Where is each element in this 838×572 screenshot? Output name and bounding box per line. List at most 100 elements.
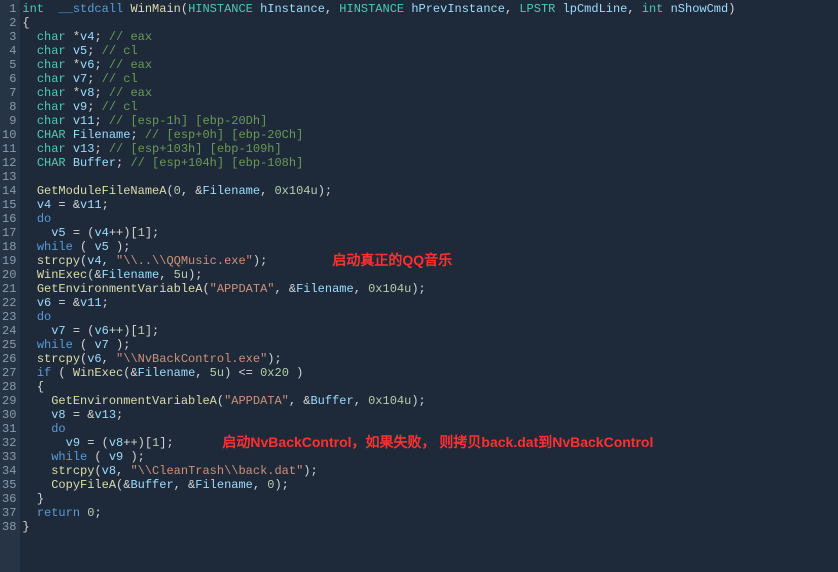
code-line[interactable]: while ( v7 );: [22, 338, 838, 352]
code-line[interactable]: strcpy(v4, "\\..\\QQMusic.exe");启动真正的QQ音…: [22, 254, 838, 268]
token: [22, 464, 51, 478]
token: v7: [51, 324, 65, 338]
code-line[interactable]: {: [22, 16, 838, 30]
code-line[interactable]: WinExec(&Filename, 5u);: [22, 268, 838, 282]
code-line[interactable]: GetEnvironmentVariableA("APPDATA", &File…: [22, 282, 838, 296]
token: v8: [102, 464, 116, 478]
line-number: 19: [2, 254, 16, 268]
token: char: [37, 114, 66, 128]
code-line[interactable]: [22, 170, 838, 184]
token: ,: [102, 352, 116, 366]
token: v5: [51, 226, 65, 240]
token: = (: [66, 226, 95, 240]
code-line[interactable]: v8 = &v13;: [22, 408, 838, 422]
code-line[interactable]: }: [22, 492, 838, 506]
token: // cl: [102, 72, 138, 86]
token: (: [73, 240, 95, 254]
code-line[interactable]: char v5; // cl: [22, 44, 838, 58]
code-line[interactable]: while ( v9 );: [22, 450, 838, 464]
token: 0x104u: [368, 394, 411, 408]
code-area[interactable]: int __stdcall WinMain(HINSTANCE hInstanc…: [20, 0, 838, 572]
token: v9: [66, 436, 80, 450]
token: // cl: [102, 100, 138, 114]
code-line[interactable]: char *v8; // eax: [22, 86, 838, 100]
code-line[interactable]: char v9; // cl: [22, 100, 838, 114]
token: ];: [145, 324, 159, 338]
token: (: [217, 394, 224, 408]
token: v13: [73, 142, 95, 156]
code-line[interactable]: v9 = (v8++)[1];启动NvBackControl，如果失败， 则拷贝…: [22, 436, 838, 450]
code-line[interactable]: char v13; // [esp+103h] [ebp-109h]: [22, 142, 838, 156]
token: ,: [159, 268, 173, 282]
token: );: [318, 184, 332, 198]
code-line[interactable]: char v7; // cl: [22, 72, 838, 86]
token: );: [411, 282, 425, 296]
token: ;: [94, 142, 108, 156]
line-number: 36: [2, 492, 16, 506]
code-line[interactable]: int __stdcall WinMain(HINSTANCE hInstanc…: [22, 2, 838, 16]
code-line[interactable]: }: [22, 520, 838, 534]
code-line[interactable]: char *v6; // eax: [22, 58, 838, 72]
token: ;: [87, 44, 101, 58]
token: ,: [627, 2, 641, 16]
code-line[interactable]: {: [22, 380, 838, 394]
token: // [esp+103h] [ebp-109h]: [109, 142, 282, 156]
code-line[interactable]: v6 = &v11;: [22, 296, 838, 310]
token: [66, 128, 73, 142]
code-line[interactable]: return 0;: [22, 506, 838, 520]
code-line[interactable]: GetEnvironmentVariableA("APPDATA", &Buff…: [22, 394, 838, 408]
token: do: [37, 310, 51, 324]
token: ,: [354, 394, 368, 408]
token: [22, 254, 36, 268]
token: (&: [116, 478, 130, 492]
token: , &: [274, 282, 296, 296]
line-number: 22: [2, 296, 16, 310]
code-line[interactable]: v5 = (v4++)[1];: [22, 226, 838, 240]
token: char: [37, 44, 66, 58]
token: );: [411, 394, 425, 408]
token: char: [37, 142, 66, 156]
code-line[interactable]: do: [22, 310, 838, 324]
token: "\\..\\QQMusic.exe": [116, 254, 253, 268]
token: 0x20: [260, 366, 289, 380]
line-number: 30: [2, 408, 16, 422]
token: char: [37, 30, 66, 44]
code-line[interactable]: v7 = (v6++)[1];: [22, 324, 838, 338]
token: ;: [94, 506, 101, 520]
token: Filename: [73, 128, 131, 142]
code-line[interactable]: if ( WinExec(&Filename, 5u) <= 0x20 ): [22, 366, 838, 380]
code-line[interactable]: strcpy(v6, "\\NvBackControl.exe");: [22, 352, 838, 366]
token: ;: [94, 30, 108, 44]
token: CopyFileA: [51, 478, 116, 492]
token: ;: [94, 114, 108, 128]
code-line[interactable]: do: [22, 212, 838, 226]
token: GetEnvironmentVariableA: [51, 394, 217, 408]
line-number: 9: [2, 114, 16, 128]
code-line[interactable]: strcpy(v8, "\\CleanTrash\\back.dat");: [22, 464, 838, 478]
token: ++)[: [109, 324, 138, 338]
token: int: [642, 2, 664, 16]
code-line[interactable]: char *v4; // eax: [22, 30, 838, 44]
token: , &: [181, 184, 203, 198]
line-number: 25: [2, 338, 16, 352]
token: // [esp+104h] [ebp-108h]: [130, 156, 303, 170]
line-number: 5: [2, 58, 16, 72]
token: CHAR: [37, 156, 66, 170]
code-editor[interactable]: 1234567891011121314151617181920212223242…: [0, 0, 838, 572]
token: v6: [94, 324, 108, 338]
token: [22, 142, 36, 156]
code-line[interactable]: CHAR Buffer; // [esp+104h] [ebp-108h]: [22, 156, 838, 170]
code-line[interactable]: CopyFileA(&Buffer, &Filename, 0);: [22, 478, 838, 492]
code-line[interactable]: v4 = &v11;: [22, 198, 838, 212]
code-line[interactable]: CHAR Filename; // [esp+0h] [ebp-20Ch]: [22, 128, 838, 142]
token: [22, 478, 51, 492]
token: {: [22, 16, 29, 30]
token: WinMain: [130, 2, 180, 16]
line-number: 23: [2, 310, 16, 324]
code-line[interactable]: char v11; // [esp-1h] [ebp-20Dh]: [22, 114, 838, 128]
token: HINSTANCE: [339, 2, 404, 16]
code-line[interactable]: GetModuleFileNameA(0, &Filename, 0x104u)…: [22, 184, 838, 198]
token: GetEnvironmentVariableA: [37, 282, 203, 296]
token: );: [303, 464, 317, 478]
token: );: [267, 352, 281, 366]
